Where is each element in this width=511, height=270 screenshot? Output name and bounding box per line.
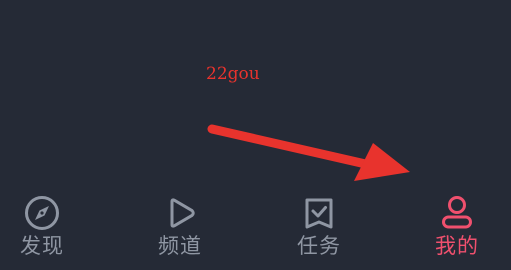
tab-task-label: 任务 bbox=[297, 234, 341, 258]
tab-channel[interactable]: 频道 bbox=[130, 188, 230, 270]
tab-task[interactable]: 任务 bbox=[269, 188, 369, 270]
tab-mine[interactable]: 我的 bbox=[407, 188, 507, 270]
play-icon bbox=[160, 193, 200, 233]
bottom-tab-bar: 发现 频道 任务 我的 bbox=[0, 188, 511, 270]
app-screen: 22gou 发现 频道 任务 我的 bbox=[0, 0, 511, 270]
task-bookmark-icon bbox=[299, 193, 339, 233]
tab-discover[interactable]: 发现 bbox=[0, 188, 92, 270]
tab-channel-label: 频道 bbox=[158, 234, 202, 258]
compass-icon bbox=[22, 193, 62, 233]
tab-mine-label: 我的 bbox=[435, 234, 479, 258]
watermark-text: 22gou bbox=[206, 64, 260, 84]
tab-discover-label: 发现 bbox=[20, 234, 64, 258]
user-icon bbox=[437, 193, 477, 233]
